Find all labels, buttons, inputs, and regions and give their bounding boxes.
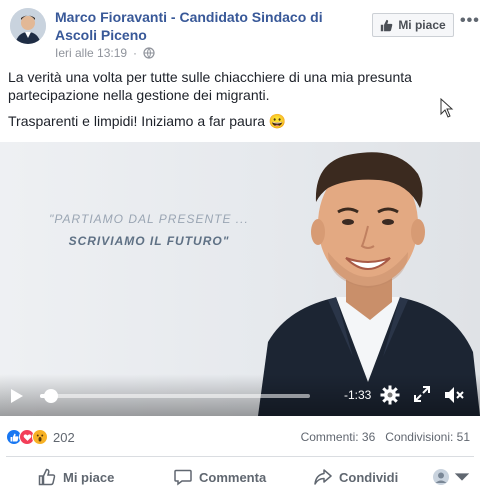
post-text-line-2: Trasparenti e limpidi! Iniziamo a far pa…	[8, 113, 287, 129]
like-button[interactable]: Mi piace	[38, 462, 114, 492]
engagement-counts: Commenti: 36 Condivisioni: 51	[301, 430, 470, 444]
mouse-cursor-icon	[440, 98, 454, 118]
progress-handle[interactable]	[43, 389, 58, 403]
post-timestamp[interactable]: Ieri alle 13:19	[55, 46, 127, 60]
page-name-link[interactable]: Marco Fioravanti - Candidato Sindaco di …	[55, 8, 345, 44]
comment-button[interactable]: Commenta	[174, 462, 266, 492]
globe-icon[interactable]	[143, 47, 155, 59]
comment-icon	[174, 469, 192, 486]
thumbs-up-icon	[38, 468, 56, 486]
video-slogan: "PARTIAMO DAL PRESENTE ... SCRIVIAMO IL …	[34, 212, 264, 248]
viewer-selector[interactable]	[432, 462, 471, 492]
divider	[6, 456, 474, 457]
comment-label: Commenta	[199, 469, 267, 485]
post-body: La verità una volta per tutte sulle chia…	[8, 68, 428, 138]
video-controls: -1:33	[0, 374, 480, 416]
page-avatar[interactable]	[10, 8, 46, 44]
avatar-icon	[433, 469, 449, 485]
wow-reaction-icon	[32, 429, 48, 445]
post-meta: Ieri alle 13:19 ·	[55, 46, 155, 60]
facebook-post: Marco Fioravanti - Candidato Sindaco di …	[0, 0, 480, 500]
more-options-icon[interactable]: •••	[460, 12, 479, 32]
meta-separator: ·	[133, 46, 138, 60]
time-remaining: -1:33	[344, 388, 372, 402]
share-label: Condividi	[339, 469, 399, 485]
share-icon	[314, 469, 332, 485]
comments-count[interactable]: Commenti: 36	[301, 430, 376, 444]
post-text-line-1: La verità una volta per tutte sulle chia…	[8, 69, 412, 103]
like-label: Mi piace	[63, 469, 115, 485]
share-button[interactable]: Condividi	[314, 462, 398, 492]
fullscreen-icon[interactable]	[414, 386, 430, 402]
reaction-count: 202	[53, 429, 75, 445]
slogan-line-2: SCRIVIAMO IL FUTURO"	[68, 234, 230, 248]
volume-muted-icon[interactable]	[444, 386, 464, 404]
post-actions-bar: Mi piace Commenta Condividi	[0, 462, 480, 494]
video-player[interactable]: "PARTIAMO DAL PRESENTE ... SCRIVIAMO IL …	[0, 142, 480, 416]
slogan-line-1: "PARTIAMO DAL PRESENTE ...	[49, 212, 249, 226]
chevron-down-icon	[454, 473, 470, 481]
play-icon[interactable]	[10, 388, 24, 404]
gear-icon[interactable]	[380, 385, 400, 405]
like-page-button[interactable]: Mi piace	[372, 13, 454, 37]
reactions-summary[interactable]: 202	[6, 424, 75, 450]
thumbs-up-icon	[381, 19, 393, 31]
video-progress-bar[interactable]	[40, 389, 310, 403]
like-page-label: Mi piace	[398, 18, 446, 32]
shares-count[interactable]: Condivisioni: 51	[385, 430, 470, 444]
